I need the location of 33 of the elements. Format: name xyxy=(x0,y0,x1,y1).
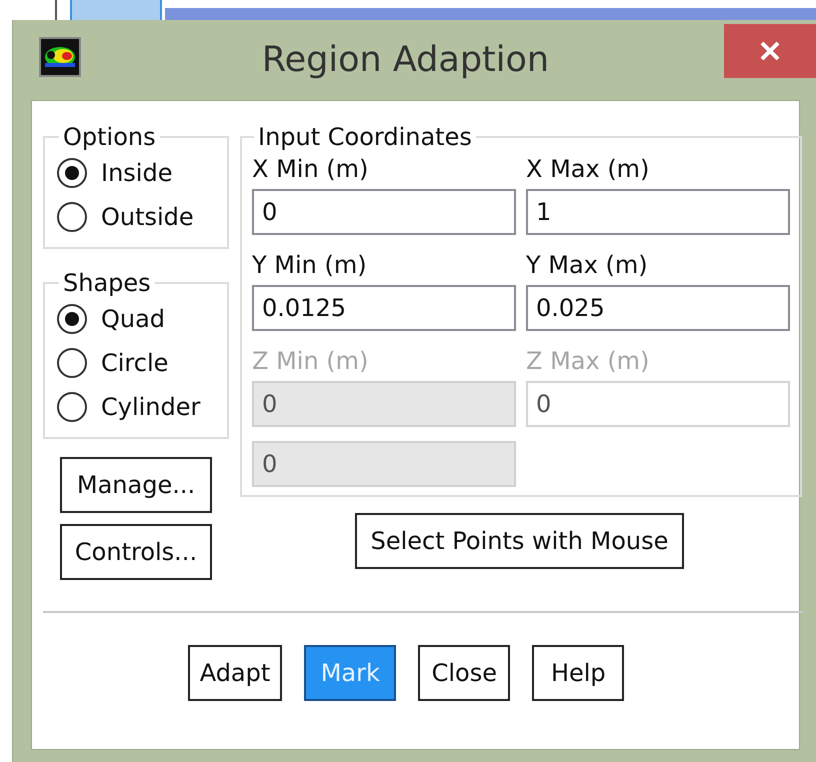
radio-button[interactable] xyxy=(57,202,87,232)
radio-label: Circle xyxy=(101,349,168,377)
close-icon xyxy=(759,40,781,62)
field-label: Z Max (m) xyxy=(526,346,650,377)
select-points-button[interactable]: Select Points with Mouse xyxy=(354,513,684,569)
radio-button[interactable] xyxy=(57,304,87,334)
app-icon xyxy=(39,37,81,77)
input-field[interactable]: 1 xyxy=(526,189,790,235)
dialog-button[interactable]: Adapt xyxy=(188,645,282,701)
dialog-button[interactable]: Controls... xyxy=(60,524,212,580)
dialog-button[interactable]: Close xyxy=(418,645,510,701)
input-field[interactable]: 0.025 xyxy=(526,285,790,331)
group-label: Options xyxy=(62,123,157,151)
field-label: Y Min (m) xyxy=(252,250,368,281)
dialog-button[interactable]: Manage... xyxy=(60,457,212,513)
radio-label: Outside xyxy=(101,203,194,231)
field-label: Z Min (m) xyxy=(252,346,370,377)
input-field[interactable]: 0.0125 xyxy=(252,285,516,331)
radio-button[interactable] xyxy=(57,158,87,188)
radio-label: Quad xyxy=(101,305,166,333)
dialog-button[interactable]: Help xyxy=(532,645,624,701)
radio-button[interactable] xyxy=(57,392,87,422)
input-field[interactable]: 0 xyxy=(252,189,516,235)
close-button[interactable] xyxy=(724,24,816,78)
radio-button[interactable] xyxy=(57,348,87,378)
group-label: Shapes xyxy=(62,269,152,297)
radio-label: Inside xyxy=(101,159,172,187)
field-label: Y Max (m) xyxy=(526,250,649,281)
window-title: Region Adaption xyxy=(260,40,550,80)
radio-label: Cylinder xyxy=(101,393,200,421)
field-label: X Min (m) xyxy=(252,154,370,185)
field-label: X Max (m) xyxy=(526,154,650,185)
group-label: Input Coordinates xyxy=(257,123,473,151)
